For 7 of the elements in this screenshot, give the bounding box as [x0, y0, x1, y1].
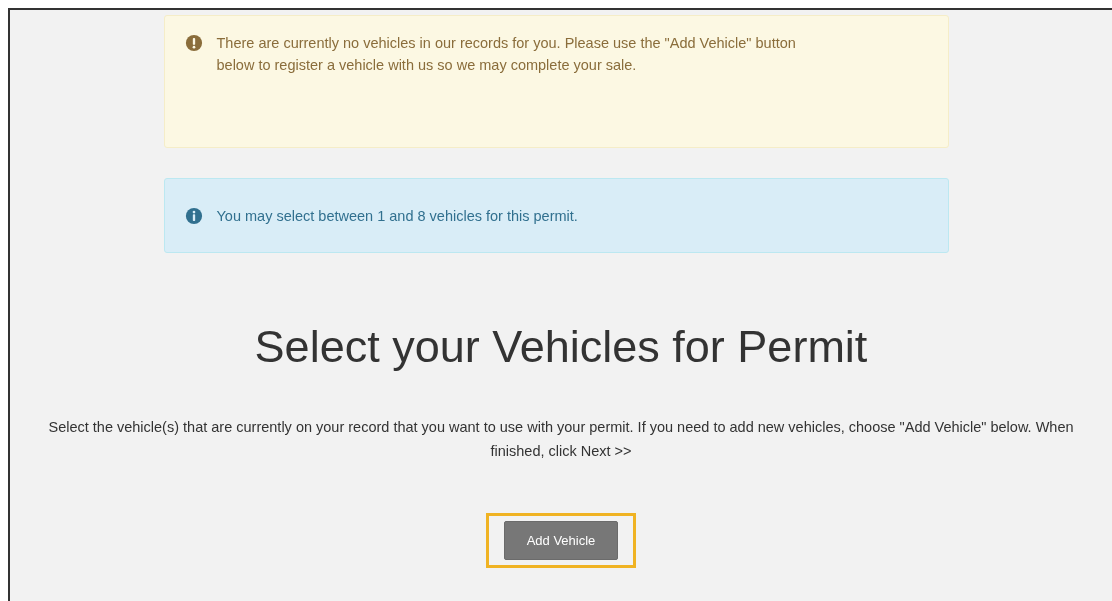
info-icon [184, 206, 203, 225]
add-vehicle-button[interactable]: Add Vehicle [503, 521, 619, 560]
alert-text: There are currently no vehicles in our records for you. Please use the "Add Vehicle" button below to register a vehicle with us so we may complete your sale. [216, 34, 797, 75]
instructions-text: Select the vehicle(s) that are currently on your record that you want to use with your permit. If you need to add new vehicles, choose "Add Vehicle" below. When finished, click Next >> [47, 418, 1075, 461]
page-heading: Select your Vehicles for Permit [254, 321, 868, 373]
exclamation-icon [184, 34, 203, 52]
alert-text: You may select between 1 and 8 vehicles for this permit. [216, 206, 578, 226]
